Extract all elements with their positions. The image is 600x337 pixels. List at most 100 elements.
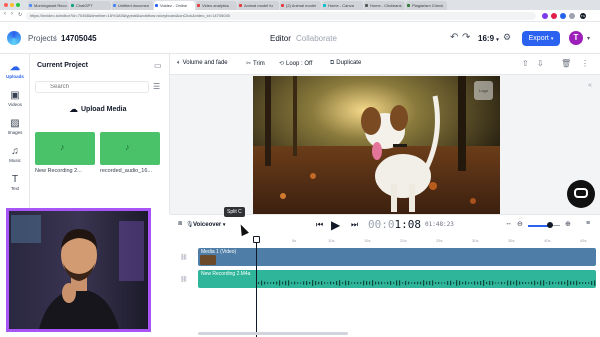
timecode-prefix: 00:0 <box>368 218 395 231</box>
rail-item-label: Music <box>9 158 21 163</box>
extension-icon[interactable] <box>542 13 548 19</box>
waveform-bar <box>303 281 305 285</box>
total-duration: 01:48:23 <box>425 221 454 228</box>
loop-button[interactable]: ⟲ Loop : Off <box>279 60 312 67</box>
waveform-bar <box>453 282 455 284</box>
browser-tab[interactable]: Plagiarism Check <box>406 1 447 10</box>
waveform-bar <box>462 281 464 285</box>
waveform-bar <box>492 281 494 285</box>
waveform-bar <box>591 281 593 285</box>
maximize-window-icon[interactable] <box>16 3 20 7</box>
waveform-bar <box>456 280 458 286</box>
rail-item-text[interactable]: T Text <box>0 174 30 191</box>
browser-tab[interactable]: Untitled documen <box>112 1 153 10</box>
collapse-panel-icon[interactable]: « <box>588 82 592 89</box>
address-input[interactable]: https://invideo.io/editor?id=70458&timel… <box>26 12 536 20</box>
tab-collaborate[interactable]: Collaborate <box>296 34 337 43</box>
waveform-bar <box>477 281 479 285</box>
redo-icon[interactable]: ↷ <box>462 32 470 43</box>
waveform-bar <box>537 281 539 285</box>
browser-tab[interactable]: (2) Animal model <box>280 1 321 10</box>
more-options-icon[interactable]: ⋮ <box>581 59 589 68</box>
zoom-in-icon[interactable]: ⊕ <box>565 220 571 228</box>
voiceover-button[interactable]: Voiceover ▾ <box>193 222 225 228</box>
speaker-icon: 🔈︎ <box>177 60 181 66</box>
waveform-bar <box>411 282 413 284</box>
bring-forward-icon[interactable]: ⇧ <box>522 59 529 68</box>
ruler-tick-label: 15s <box>364 238 371 243</box>
invideo-logo[interactable] <box>7 31 21 45</box>
audio-track-clip[interactable]: New Recording 2.M4a <box>198 270 596 288</box>
media-clip-thumbnail[interactable]: ♪ <box>100 132 160 165</box>
user-avatar[interactable]: T <box>569 31 583 45</box>
zoom-out-icon[interactable]: ⊖ <box>517 220 523 228</box>
skip-forward-icon[interactable]: ⏭︎ <box>351 220 358 230</box>
waveform-bar <box>480 281 482 285</box>
waveform-bar <box>585 282 587 284</box>
upload-media-button[interactable]: Upload Media <box>81 106 127 113</box>
waveform-bar <box>426 281 428 285</box>
close-window-icon[interactable] <box>4 3 8 7</box>
waveform-bar <box>360 282 362 284</box>
chevron-down-icon[interactable]: ▾ <box>587 35 590 42</box>
browser-tab[interactable]: Home - Clickbank <box>364 1 405 10</box>
play-icon[interactable]: ▶ <box>331 218 340 232</box>
browser-tab[interactable]: ChatGPT <box>70 1 111 10</box>
rail-item-images[interactable]: ▨ Images <box>0 118 30 135</box>
delete-icon[interactable]: 🗑︎ <box>561 59 571 68</box>
rail-item-music[interactable]: ♫ Music <box>0 146 30 163</box>
browser-tab[interactable]: Home - Canva <box>322 1 363 10</box>
search-input[interactable] <box>35 81 149 93</box>
link-icon[interactable]: ⛓︎ <box>180 254 188 261</box>
browser-tab[interactable]: Morningstart Reco <box>28 1 69 10</box>
extensions-puzzle-icon[interactable] <box>569 13 575 19</box>
waveform-bar <box>276 281 278 285</box>
waveform-bar <box>507 280 509 286</box>
reload-icon[interactable]: ↻ <box>18 12 22 18</box>
layers-icon[interactable]: ⧈ <box>178 220 182 228</box>
presenter-webcam-image <box>9 211 148 329</box>
video-preview[interactable] <box>253 76 500 214</box>
extension-icon[interactable] <box>551 13 557 19</box>
folder-icon[interactable]: ▭ <box>154 61 162 70</box>
waveform-bar <box>579 282 581 284</box>
rail-item-uploads[interactable]: ☁ Uploads <box>0 62 30 79</box>
tab-favicon-icon <box>281 4 284 7</box>
loop-icon: ⟲ <box>279 61 285 67</box>
logo-watermark[interactable]: Logo <box>474 81 493 100</box>
playhead[interactable] <box>256 236 257 337</box>
tab-favicon-icon <box>323 4 326 7</box>
browser-tab[interactable]: Voidez - Online <box>154 1 195 10</box>
left-rail: ☁ Uploads ▣ Videos ▨ Images ♫ Music T Text <box>0 54 30 214</box>
export-button[interactable]: Export ▾ <box>522 31 560 46</box>
settings-gear-icon[interactable]: ⚙ <box>503 32 511 43</box>
timeline-scrollbar[interactable] <box>198 332 348 335</box>
playhead-handle[interactable] <box>253 236 260 243</box>
timeline-menu-icon[interactable]: ≡ <box>586 220 590 227</box>
browser-tab[interactable]: Animal model fu <box>238 1 279 10</box>
forward-icon[interactable]: › <box>11 11 13 17</box>
filter-icon[interactable]: ☰ <box>153 82 160 91</box>
link-icon[interactable]: ⛓︎ <box>180 276 188 283</box>
fit-timeline-icon[interactable]: ↔ <box>505 220 512 227</box>
undo-icon[interactable]: ↶ <box>450 32 458 43</box>
rail-item-videos[interactable]: ▣ Videos <box>0 90 30 107</box>
extension-icon[interactable] <box>560 13 566 19</box>
trim-button[interactable]: ✂ Trim <box>246 60 265 67</box>
browser-tab[interactable]: Video analytics <box>196 1 237 10</box>
skip-back-icon[interactable]: ⏮︎ <box>316 220 323 230</box>
volume-fade-button[interactable]: 🔈︎ Volume and fade <box>177 60 228 67</box>
audio-track-label: New Recording 2.M4a <box>201 271 251 277</box>
video-track-clip[interactable]: Media 1 (Video) <box>198 248 596 266</box>
tab-editor[interactable]: Editor <box>270 34 291 43</box>
profile-avatar[interactable]: TG <box>580 13 586 19</box>
back-icon[interactable]: ‹ <box>4 11 6 17</box>
duplicate-button[interactable]: ⧉ Duplicate <box>330 60 361 67</box>
send-backward-icon[interactable]: ⇩ <box>537 59 544 68</box>
waveform-bar <box>438 281 440 285</box>
projects-link[interactable]: Projects <box>28 34 57 43</box>
chat-support-button[interactable] <box>567 180 595 208</box>
media-clip-thumbnail[interactable]: ♪ <box>35 132 95 165</box>
aspect-ratio-select[interactable]: 16:9 ▾ <box>478 34 499 43</box>
minimize-window-icon[interactable] <box>10 3 14 7</box>
